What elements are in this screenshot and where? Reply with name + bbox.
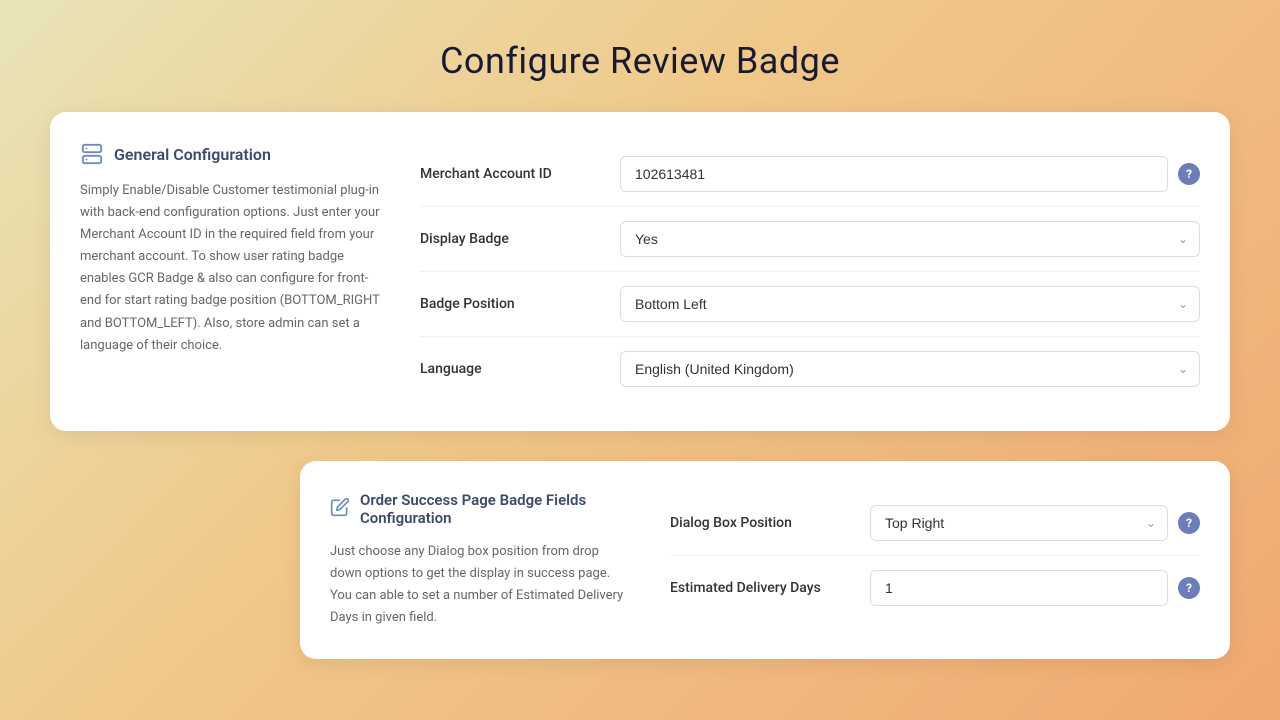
display-badge-label: Display Badge bbox=[420, 231, 600, 247]
badge-position-select[interactable]: Bottom Left Bottom Right Top Left Top Ri… bbox=[620, 286, 1200, 322]
merchant-account-control: ? bbox=[620, 156, 1200, 192]
order-success-description: Just choose any Dialog box position from… bbox=[330, 541, 630, 629]
general-config-title-text: General Configuration bbox=[114, 145, 271, 164]
language-row: Language English (United Kingdom) Englis… bbox=[420, 337, 1200, 401]
order-success-section-title: Order Success Page Badge Fields Configur… bbox=[330, 491, 630, 527]
delivery-days-input[interactable] bbox=[870, 570, 1168, 606]
merchant-account-row: Merchant Account ID ? bbox=[420, 142, 1200, 207]
dialog-position-row: Dialog Box Position Top Right Top Left B… bbox=[670, 491, 1200, 556]
display-badge-row: Display Badge Yes No ⌄ bbox=[420, 207, 1200, 272]
order-success-card: Order Success Page Badge Fields Configur… bbox=[300, 461, 1230, 659]
order-success-right: Dialog Box Position Top Right Top Left B… bbox=[670, 491, 1200, 629]
language-label: Language bbox=[420, 361, 600, 377]
delivery-days-row: Estimated Delivery Days ? bbox=[670, 556, 1200, 620]
general-config-section-title: General Configuration bbox=[80, 142, 380, 166]
display-badge-select[interactable]: Yes No bbox=[620, 221, 1200, 257]
badge-position-select-wrapper: Bottom Left Bottom Right Top Left Top Ri… bbox=[620, 286, 1200, 322]
delivery-days-label: Estimated Delivery Days bbox=[670, 580, 850, 596]
order-success-left: Order Success Page Badge Fields Configur… bbox=[330, 491, 630, 629]
merchant-account-label: Merchant Account ID bbox=[420, 166, 600, 182]
dialog-position-select-wrapper: Top Right Top Left Bottom Right Bottom L… bbox=[870, 505, 1168, 541]
page-title: Configure Review Badge bbox=[0, 0, 1280, 112]
dialog-position-label: Dialog Box Position bbox=[670, 515, 850, 531]
order-success-title-text: Order Success Page Badge Fields Configur… bbox=[360, 491, 630, 527]
display-badge-control: Yes No ⌄ bbox=[620, 221, 1200, 257]
badge-position-control: Bottom Left Bottom Right Top Left Top Ri… bbox=[620, 286, 1200, 322]
delivery-days-help-icon[interactable]: ? bbox=[1178, 577, 1200, 599]
edit-icon bbox=[330, 497, 350, 522]
dialog-position-help-icon[interactable]: ? bbox=[1178, 512, 1200, 534]
delivery-days-control: ? bbox=[870, 570, 1200, 606]
general-config-description: Simply Enable/Disable Customer testimoni… bbox=[80, 180, 380, 357]
display-badge-select-wrapper: Yes No ⌄ bbox=[620, 221, 1200, 257]
merchant-help-icon[interactable]: ? bbox=[1178, 163, 1200, 185]
language-select[interactable]: English (United Kingdom) English (United… bbox=[620, 351, 1200, 387]
language-select-wrapper: English (United Kingdom) English (United… bbox=[620, 351, 1200, 387]
server-icon bbox=[80, 142, 104, 166]
badge-position-label: Badge Position bbox=[420, 296, 600, 312]
general-config-card: General Configuration Simply Enable/Disa… bbox=[50, 112, 1230, 431]
badge-position-row: Badge Position Bottom Left Bottom Right … bbox=[420, 272, 1200, 337]
general-config-right: Merchant Account ID ? Display Badge Yes … bbox=[420, 142, 1200, 401]
dialog-position-control: Top Right Top Left Bottom Right Bottom L… bbox=[870, 505, 1200, 541]
general-config-left: General Configuration Simply Enable/Disa… bbox=[80, 142, 380, 401]
merchant-account-input[interactable] bbox=[620, 156, 1168, 192]
dialog-position-select[interactable]: Top Right Top Left Bottom Right Bottom L… bbox=[870, 505, 1168, 541]
language-control: English (United Kingdom) English (United… bbox=[620, 351, 1200, 387]
